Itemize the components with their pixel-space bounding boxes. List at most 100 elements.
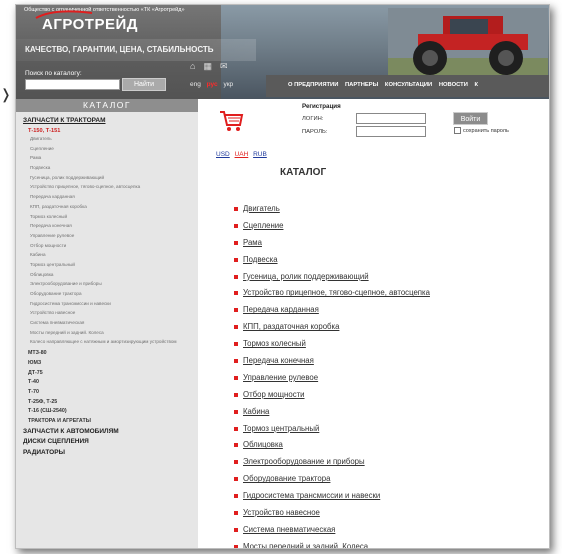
list-item[interactable]: Тормоз колесный	[234, 336, 549, 353]
sidebar-item[interactable]: Двигатель	[23, 136, 195, 142]
list-item[interactable]: Сцепление	[234, 218, 549, 235]
sidebar-item[interactable]: Подвеска	[23, 165, 195, 171]
registration-link[interactable]: Регистрация	[302, 103, 341, 110]
lang-eng[interactable]: eng	[190, 81, 201, 88]
catalog-link[interactable]: Устройство прицепное, тягово-сцепное, ав…	[243, 288, 430, 297]
nav-about[interactable]: О ПРЕДПРИЯТИИ	[288, 82, 338, 88]
catalog-link[interactable]: Кабина	[243, 407, 269, 416]
remember-password[interactable]: сохранить пароль	[454, 127, 509, 134]
sidebar-group[interactable]: Т-25Ф, Т-25	[23, 398, 195, 408]
catalog-link[interactable]: Рама	[243, 238, 262, 247]
currency-rub[interactable]: RUB	[253, 151, 267, 158]
catalog-link[interactable]: Устройство навесное	[243, 508, 320, 517]
list-item[interactable]: Подвеска	[234, 252, 549, 269]
catalog-link[interactable]: Гусеница, ролик поддерживающий	[243, 272, 369, 281]
sidebar-item[interactable]: Электрооборудование и приборы	[23, 281, 195, 287]
sidebar-item[interactable]: Передача карданная	[23, 194, 195, 200]
search-input[interactable]	[25, 79, 120, 90]
sidebar-item[interactable]: Облицовка	[23, 272, 195, 278]
sidebar-item[interactable]: Мосты передний и задний. Колеса	[23, 330, 195, 336]
search-button[interactable]: Найти	[122, 78, 166, 91]
list-item[interactable]: КПП, раздаточная коробка	[234, 319, 549, 336]
password-field[interactable]	[356, 126, 426, 137]
sidebar-item[interactable]: Устройство навесное	[23, 310, 195, 316]
list-item[interactable]: Облицовка	[234, 437, 549, 454]
list-item[interactable]: Тормоз центральный	[234, 421, 549, 438]
login-button[interactable]: Войти	[453, 112, 488, 125]
list-item[interactable]: Двигатель	[234, 201, 549, 218]
sidebar-section[interactable]: ЗАПЧАСТИ К АВТОМОБИЛЯМ	[23, 427, 195, 438]
list-item[interactable]: Управление рулевое	[234, 370, 549, 387]
list-item[interactable]: Система пневматическая	[234, 522, 549, 539]
sidebar-group[interactable]: Т-70	[23, 388, 195, 398]
cart-icon[interactable]	[218, 109, 244, 133]
catalog-link[interactable]: Управление рулевое	[243, 373, 318, 382]
sidebar-group[interactable]: ДТ-75	[23, 369, 195, 379]
sidebar-item[interactable]: Устройство прицепное, тягово-сцепное, ав…	[23, 184, 195, 190]
sidebar-item[interactable]: Передача конечная	[23, 223, 195, 229]
catalog-link[interactable]: Тормоз колесный	[243, 339, 306, 348]
nav-consultations[interactable]: КОНСУЛЬТАЦИИ	[385, 82, 432, 88]
list-item[interactable]: Рама	[234, 235, 549, 252]
catalog-link[interactable]: Тормоз центральный	[243, 424, 319, 433]
sidebar-item[interactable]: Гусеница, ролик поддерживающий	[23, 175, 195, 181]
sidebar-section[interactable]: РАДИАТОРЫ	[23, 448, 195, 459]
list-item[interactable]: Мосты передний и задний. Колеса	[234, 539, 549, 548]
nav-more[interactable]: К	[474, 82, 478, 88]
list-item[interactable]: Передача карданная	[234, 302, 549, 319]
nav-partners[interactable]: ПАРТНЕРЫ	[345, 82, 378, 88]
sidebar-item[interactable]: Тормоз центральный	[23, 262, 195, 268]
currency-uah[interactable]: UAH	[235, 151, 249, 158]
catalog-link[interactable]: КПП, раздаточная коробка	[243, 322, 339, 331]
sidebar-group[interactable]: Т-16 (СШ-2540)	[23, 407, 195, 417]
list-item[interactable]: Электрооборудование и приборы	[234, 454, 549, 471]
sidebar-group[interactable]: ТРАКТОРА И АГРЕГАТЫ	[23, 417, 195, 427]
home-icon[interactable]: ⌂	[190, 61, 203, 71]
sidebar-item[interactable]: Кабина	[23, 252, 195, 258]
sidebar-item[interactable]: Управление рулевое	[23, 233, 195, 239]
sidebar-item[interactable]: Сцепление	[23, 146, 195, 152]
sitemap-icon[interactable]: ▦	[203, 61, 220, 71]
currency-usd[interactable]: USD	[216, 151, 230, 158]
sidebar-item[interactable]: Гидросистема трансмиссии и навески	[23, 301, 195, 307]
catalog-link[interactable]: Мосты передний и задний. Колеса	[243, 542, 368, 548]
catalog-link[interactable]: Гидросистема трансмиссии и навески	[243, 491, 380, 500]
catalog-link[interactable]: Сцепление	[243, 221, 283, 230]
sidebar-item-t150[interactable]: Т-150, Т-151	[23, 126, 195, 136]
catalog-link[interactable]: Система пневматическая	[243, 525, 335, 534]
catalog-link[interactable]: Подвеска	[243, 255, 278, 264]
list-item[interactable]: Отбор мощности	[234, 387, 549, 404]
sidebar-item[interactable]: Колесо направляющее с натяжным и амортиз…	[23, 339, 195, 345]
catalog-link[interactable]: Отбор мощности	[243, 390, 305, 399]
remember-checkbox[interactable]	[454, 127, 461, 134]
list-item[interactable]: Гусеница, ролик поддерживающий	[234, 269, 549, 286]
catalog-link[interactable]: Облицовка	[243, 440, 283, 449]
list-item[interactable]: Гидросистема трансмиссии и навески	[234, 488, 549, 505]
sidebar-group[interactable]: МТЗ-80	[23, 349, 195, 359]
sidebar-item-tractor-parts[interactable]: ЗАПЧАСТИ К ТРАКТОРАМ	[23, 116, 195, 126]
sidebar-item[interactable]: Рама	[23, 155, 195, 161]
sidebar-item[interactable]: Оборудование трактора	[23, 291, 195, 297]
sidebar-item[interactable]: Система пневматическая	[23, 320, 195, 326]
lang-ukr[interactable]: укр	[223, 81, 233, 88]
sidebar-group[interactable]: ЮМЗ	[23, 359, 195, 369]
mail-icon[interactable]: ✉	[220, 61, 236, 71]
sidebar-item[interactable]: КПП, раздаточная коробка	[23, 204, 195, 210]
list-item[interactable]: Устройство навесное	[234, 505, 549, 522]
login-field[interactable]	[356, 113, 426, 124]
catalog-link[interactable]: Передача конечная	[243, 356, 314, 365]
nav-news[interactable]: НОВОСТИ	[439, 82, 468, 88]
site-logo[interactable]: АГРОТРЕЙД	[42, 16, 138, 33]
catalog-link[interactable]: Электрооборудование и приборы	[243, 457, 365, 466]
list-item[interactable]: Оборудование трактора	[234, 471, 549, 488]
sidebar-group[interactable]: Т-40	[23, 378, 195, 388]
lang-rus[interactable]: рус	[207, 81, 218, 88]
list-item[interactable]: Устройство прицепное, тягово-сцепное, ав…	[234, 285, 549, 302]
list-item[interactable]: Кабина	[234, 404, 549, 421]
catalog-link[interactable]: Двигатель	[243, 204, 280, 213]
catalog-link[interactable]: Оборудование трактора	[243, 474, 330, 483]
sidebar-item[interactable]: Отбор мощности	[23, 243, 195, 249]
sidebar-item[interactable]: Тормоз колесный	[23, 214, 195, 220]
sidebar-section[interactable]: ДИСКИ СЦЕПЛЕНИЯ	[23, 437, 195, 448]
catalog-link[interactable]: Передача карданная	[243, 305, 319, 314]
